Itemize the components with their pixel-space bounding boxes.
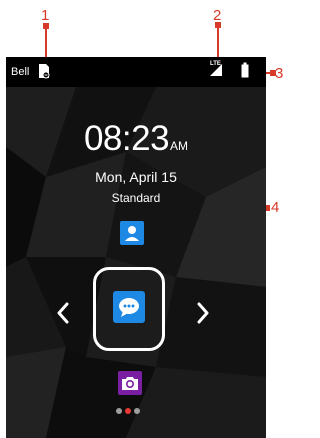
message-icon[interactable] [113,291,145,323]
page-dot [116,408,122,414]
camera-icon[interactable] [118,371,142,395]
callout-line-1 [45,25,47,60]
clock: 08:23AM [6,119,266,159]
callout-number-3: 3 [275,65,284,82]
phone-screen: Bell LTE 08:23AM Mon, April 15 Standard [6,57,266,438]
status-bar: Bell LTE [6,57,266,87]
clock-ampm: AM [170,139,189,153]
callout-dot-2 [215,22,221,28]
callout-number-1: 1 [41,7,50,24]
page-dot-active [125,408,131,414]
lte-signal-icon [210,64,222,76]
battery-icon [241,62,249,78]
page-indicator [116,408,156,416]
chevron-right-icon[interactable] [196,302,210,324]
date-label: Mon, April 15 [95,169,177,185]
callout-dot-3 [270,70,276,76]
carrier-label: Bell [11,66,30,78]
chevron-left-icon[interactable] [56,302,70,324]
clock-time: 08:23 [83,119,170,158]
sim-icon [39,64,50,79]
callout-line-2 [217,24,219,61]
callout-dot-1 [43,23,49,29]
profile-mode-label: Standard [111,191,161,205]
callout-number-4: 4 [271,199,280,216]
page-dot [134,408,140,414]
contact-icon[interactable] [120,221,144,245]
callout-number-2: 2 [213,7,222,24]
